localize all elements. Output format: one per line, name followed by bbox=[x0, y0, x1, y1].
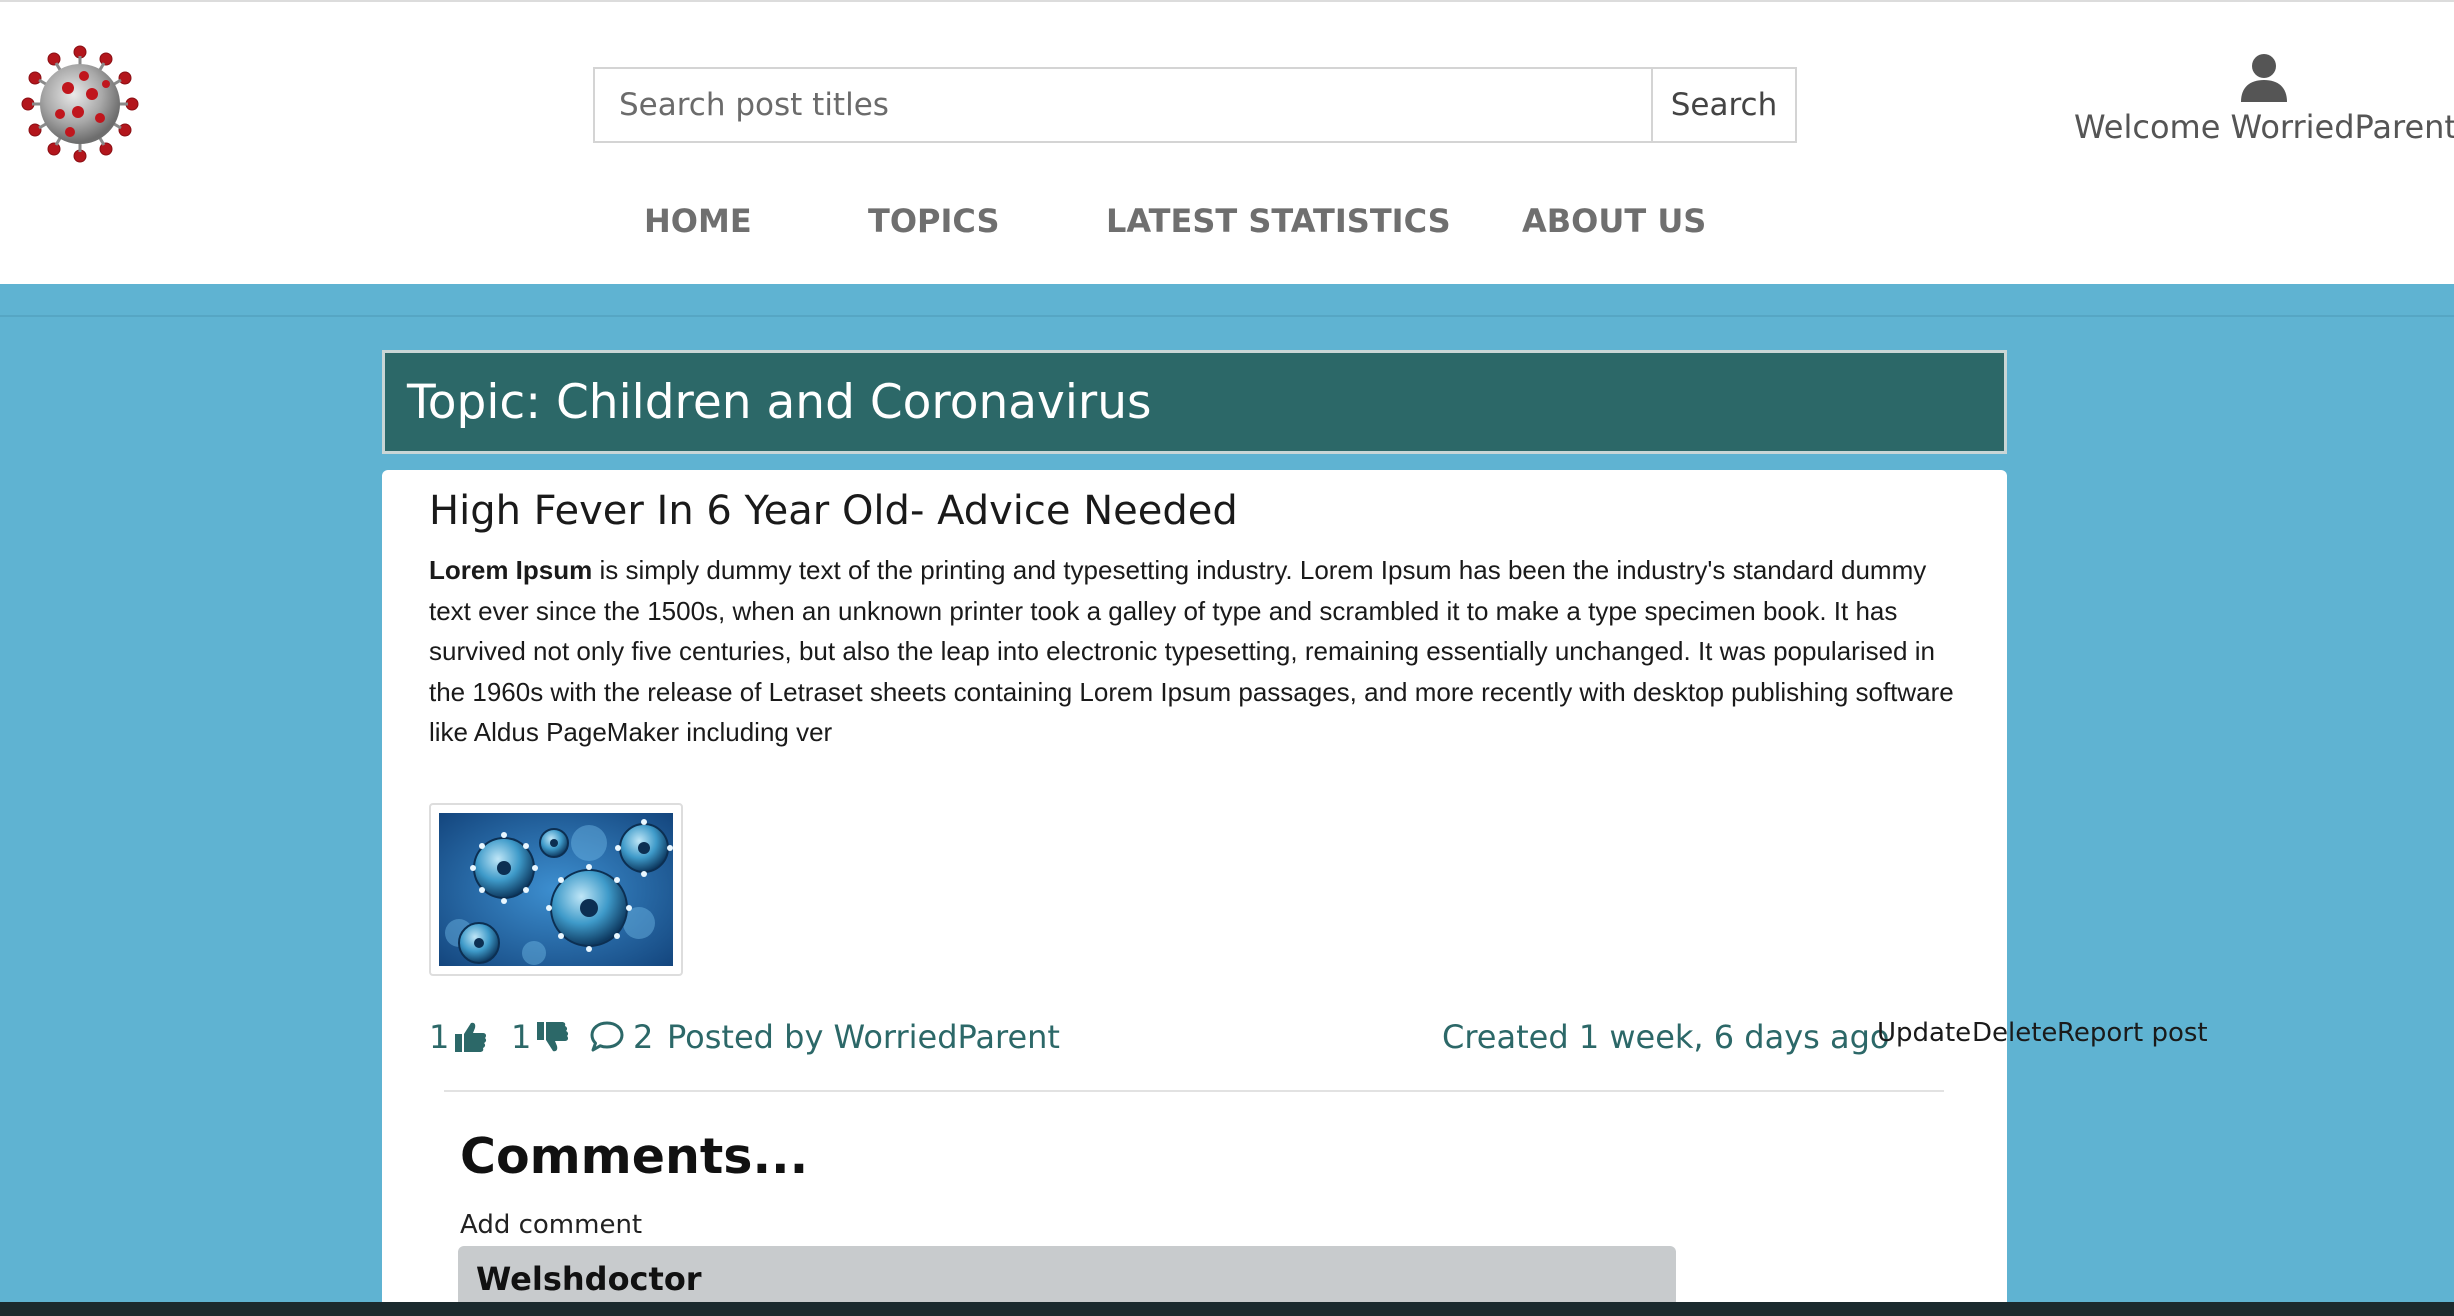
update-link[interactable]: Update bbox=[1877, 1018, 1971, 1048]
like-control[interactable]: 1 bbox=[429, 1014, 487, 1060]
like-count: 1 bbox=[429, 1018, 450, 1056]
posted-by: Posted by WorriedParent bbox=[667, 1014, 1060, 1060]
dislike-count: 1 bbox=[511, 1018, 532, 1056]
coronavirus-logo-icon[interactable] bbox=[20, 44, 140, 164]
add-comment-link[interactable]: Add comment bbox=[460, 1210, 642, 1240]
search-input[interactable] bbox=[593, 67, 1651, 143]
comment-count-control[interactable]: 2 bbox=[589, 1014, 653, 1060]
nav-topics[interactable]: TOPICS bbox=[868, 202, 1000, 240]
nav-home[interactable]: HOME bbox=[644, 202, 752, 240]
topic-title: Topic: Children and Coronavirus bbox=[407, 374, 1152, 430]
comment-count: 2 bbox=[633, 1018, 654, 1056]
welcome-text: Welcome WorriedParent bbox=[2074, 108, 2454, 146]
comment-author: Welshdoctor bbox=[476, 1260, 702, 1298]
virus-image bbox=[439, 813, 673, 966]
comment-icon bbox=[590, 1021, 624, 1052]
user-menu[interactable]: Welcome WorriedParent bbox=[2074, 54, 2454, 146]
bottom-bar bbox=[0, 1302, 2454, 1316]
header-divider bbox=[0, 315, 2454, 317]
nav-latest-statistics[interactable]: LATEST STATISTICS bbox=[1106, 202, 1451, 240]
search-button[interactable]: Search bbox=[1651, 67, 1797, 143]
thumbs-up-icon[interactable] bbox=[453, 1020, 487, 1054]
post-body: Lorem Ipsum is simply dummy text of the … bbox=[429, 550, 1974, 753]
post-body-text: is simply dummy text of the printing and… bbox=[429, 555, 1954, 747]
site-header: Search Welcome WorriedParent HOME TOPICS… bbox=[0, 0, 2454, 284]
post-title: High Fever In 6 Year Old- Advice Needed bbox=[429, 488, 1238, 534]
post-meta: 1 1 2 Posted by WorriedParent Created 1 … bbox=[429, 1014, 2208, 1060]
page: Search Welcome WorriedParent HOME TOPICS… bbox=[0, 0, 2454, 1316]
post-card: High Fever In 6 Year Old- Advice Needed … bbox=[382, 470, 2208, 1316]
post-body-lead: Lorem Ipsum bbox=[429, 555, 593, 585]
created-date: Created 1 week, 6 days ago bbox=[1442, 1014, 1890, 1060]
thumbs-down-icon[interactable] bbox=[535, 1020, 569, 1054]
user-icon[interactable] bbox=[2241, 54, 2287, 102]
report-post-link[interactable]: Report post bbox=[2057, 1018, 2208, 1048]
main-nav: HOME TOPICS LATEST STATISTICS ABOUT US bbox=[0, 202, 2454, 262]
nav-about-us[interactable]: ABOUT US bbox=[1522, 202, 1706, 240]
topic-banner: Topic: Children and Coronavirus bbox=[382, 350, 2007, 454]
search-form: Search bbox=[593, 67, 1797, 143]
post-image[interactable] bbox=[429, 803, 683, 976]
card-divider bbox=[444, 1090, 1944, 1092]
delete-link[interactable]: Delete bbox=[1972, 1018, 2057, 1048]
posted-by-text: Posted by WorriedParent bbox=[667, 1018, 1060, 1056]
comments-heading: Comments... bbox=[460, 1128, 809, 1185]
created-date-text: Created 1 week, 6 days ago bbox=[1442, 1018, 1890, 1056]
dislike-control[interactable]: 1 bbox=[511, 1014, 569, 1060]
